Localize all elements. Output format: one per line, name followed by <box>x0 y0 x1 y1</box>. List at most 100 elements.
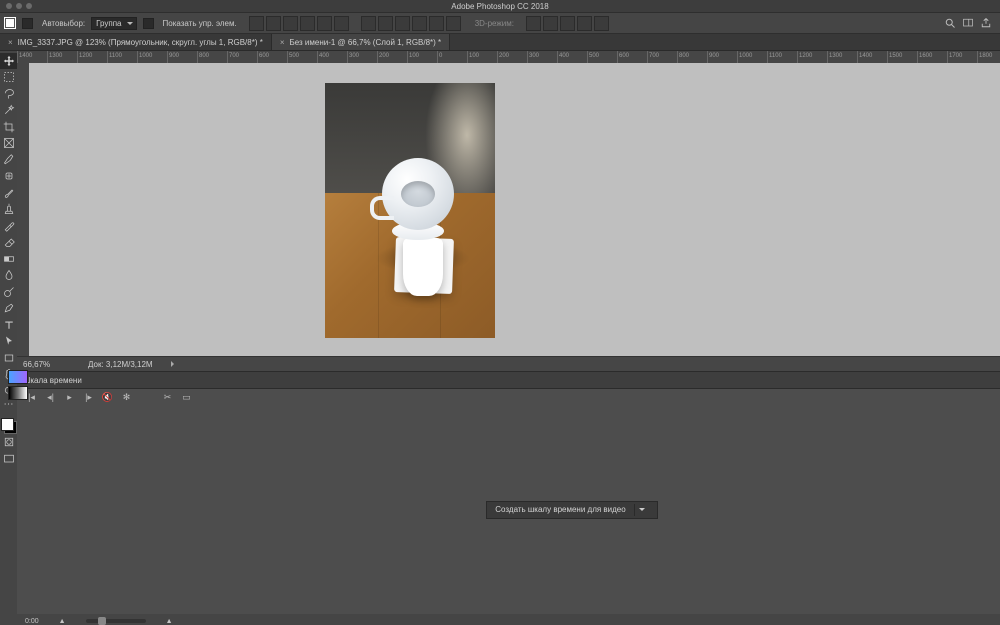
ruler-tick: 400 <box>317 51 347 63</box>
type-tool-icon[interactable] <box>0 317 17 333</box>
frame-tool-icon[interactable] <box>0 136 17 152</box>
collapsed-swatches-panel-icon[interactable] <box>8 386 28 400</box>
ruler-tick: 800 <box>197 51 227 63</box>
ruler-tick: 1200 <box>77 51 107 63</box>
marquee-tool-icon[interactable] <box>0 70 17 86</box>
show-transform-checkbox[interactable] <box>143 18 154 29</box>
edit-toolbar-icon[interactable]: ⋯ <box>0 400 17 410</box>
path-select-tool-icon[interactable] <box>0 334 17 350</box>
mode3d-slide-icon[interactable] <box>577 16 592 31</box>
mode3d-zoom-icon[interactable] <box>594 16 609 31</box>
quickmask-icon[interactable] <box>0 435 17 451</box>
share-icon[interactable] <box>980 17 992 29</box>
ruler-horizontal[interactable]: 1400130012001100100090080070060050040030… <box>17 51 1000 63</box>
eraser-tool-icon[interactable] <box>0 235 17 251</box>
history-brush-tool-icon[interactable] <box>0 218 17 234</box>
ruler-tick: 1400 <box>857 51 887 63</box>
mode-3d-label: 3D-режим: <box>475 19 514 28</box>
options-bar: Автовыбор: Группа Показать упр. элем. 3D… <box>0 12 1000 34</box>
timeline-time: 0:00 <box>25 618 39 625</box>
mute-icon[interactable]: 🔇 <box>103 393 112 402</box>
blur-tool-icon[interactable] <box>0 268 17 284</box>
timeline-zoom-in-icon[interactable]: ▲ <box>166 618 173 625</box>
magic-wand-tool-icon[interactable] <box>0 103 17 119</box>
create-video-timeline-button[interactable]: Создать шкалу времени для видео <box>486 501 657 519</box>
rectangle-tool-icon[interactable] <box>0 350 17 366</box>
collapsed-color-panel-icon[interactable] <box>8 370 28 384</box>
create-video-timeline-label: Создать шкалу времени для видео <box>495 505 625 514</box>
ruler-tick: 1700 <box>947 51 977 63</box>
next-frame-icon[interactable]: |▸ <box>84 393 93 402</box>
mode3d-pan-icon[interactable] <box>560 16 575 31</box>
zoom-level[interactable]: 66,67% <box>17 360 78 369</box>
transition-icon[interactable]: ▭ <box>182 393 191 402</box>
timeline-footer: 0:00 ▲ ▲ <box>17 614 1000 625</box>
document-status-bar: 66,67% Док: 3,12M/3,12M <box>17 356 1000 371</box>
color-swatches[interactable] <box>0 417 17 434</box>
document-tab[interactable]: × Без имени-1 @ 66,7% (Слой 1, RGB/8*) * <box>272 34 450 50</box>
mode3d-orbit-icon[interactable] <box>526 16 541 31</box>
clone-stamp-tool-icon[interactable] <box>0 202 17 218</box>
play-icon[interactable]: ▸ <box>65 393 74 402</box>
gradient-tool-icon[interactable] <box>0 251 17 267</box>
document-size[interactable]: Док: 3,12M/3,12M <box>78 360 153 369</box>
align-left-icon[interactable] <box>300 16 315 31</box>
autoselect-label: Автовыбор: <box>42 19 85 28</box>
document-tab[interactable]: × IMG_3337.JPG @ 123% (Прямоугольник, ск… <box>0 34 272 50</box>
eyedropper-tool-icon[interactable] <box>0 152 17 168</box>
ruler-tick: 700 <box>227 51 257 63</box>
ruler-tick: 300 <box>527 51 557 63</box>
distribute-top-icon[interactable] <box>361 16 376 31</box>
distribute-right-icon[interactable] <box>446 16 461 31</box>
distribute-left-icon[interactable] <box>412 16 427 31</box>
ruler-tick: 1400 <box>17 51 47 63</box>
ruler-tick: 100 <box>407 51 437 63</box>
mode3d-roll-icon[interactable] <box>543 16 558 31</box>
distribute-hcenter-icon[interactable] <box>429 16 444 31</box>
ruler-tick: 500 <box>287 51 317 63</box>
align-bottom-icon[interactable] <box>283 16 298 31</box>
crop-tool-icon[interactable] <box>0 119 17 135</box>
search-icon[interactable] <box>944 17 956 29</box>
prev-frame-icon[interactable]: ◂| <box>46 393 55 402</box>
document-tab-label: IMG_3337.JPG @ 123% (Прямоугольник, скру… <box>18 38 263 47</box>
ruler-vertical[interactable] <box>17 63 29 356</box>
move-tool-preset-icon[interactable] <box>4 17 16 29</box>
align-top-icon[interactable] <box>249 16 264 31</box>
timeline-panel: Шкала времени |◂ ◂| ▸ |▸ 🔇 ✻ ✂ ▭ Создать… <box>17 371 1000 625</box>
autoselect-checkbox[interactable] <box>22 18 33 29</box>
goto-first-frame-icon[interactable]: |◂ <box>27 393 36 402</box>
timeline-zoom-slider[interactable] <box>86 619 146 623</box>
timeline-zoom-out-icon[interactable]: ▲ <box>59 618 66 625</box>
pen-tool-icon[interactable] <box>0 301 17 317</box>
timeline-settings-icon[interactable]: ✻ <box>122 393 131 402</box>
ruler-tick: 900 <box>167 51 197 63</box>
main-area: ⋯ 14001300120011001000900800700600500400… <box>0 51 1000 625</box>
create-timeline-dropdown-icon[interactable] <box>634 504 649 516</box>
split-clip-icon[interactable]: ✂ <box>163 393 172 402</box>
distribute-vcenter-icon[interactable] <box>378 16 393 31</box>
document-image[interactable] <box>325 83 495 338</box>
move-tool-icon[interactable] <box>0 53 17 69</box>
ruler-tick: 1200 <box>797 51 827 63</box>
dodge-tool-icon[interactable] <box>0 284 17 300</box>
brush-tool-icon[interactable] <box>0 185 17 201</box>
screenmode-icon[interactable] <box>0 451 17 467</box>
close-tab-icon[interactable]: × <box>280 38 285 47</box>
align-vcenter-icon[interactable] <box>266 16 281 31</box>
ruler-tick: 1100 <box>107 51 137 63</box>
healing-brush-tool-icon[interactable] <box>0 169 17 185</box>
ruler-tick: 1300 <box>827 51 857 63</box>
lasso-tool-icon[interactable] <box>0 86 17 102</box>
distribute-bottom-icon[interactable] <box>395 16 410 31</box>
status-menu-arrow-icon[interactable] <box>171 361 177 367</box>
canvas[interactable] <box>29 63 1000 356</box>
align-right-icon[interactable] <box>334 16 349 31</box>
autoselect-type-select[interactable]: Группа <box>91 17 136 30</box>
close-tab-icon[interactable]: × <box>8 38 13 47</box>
ruler-tick: 900 <box>707 51 737 63</box>
ruler-tick: 700 <box>647 51 677 63</box>
timeline-panel-title[interactable]: Шкала времени <box>23 376 82 385</box>
align-hcenter-icon[interactable] <box>317 16 332 31</box>
workspace-icon[interactable] <box>962 17 974 29</box>
